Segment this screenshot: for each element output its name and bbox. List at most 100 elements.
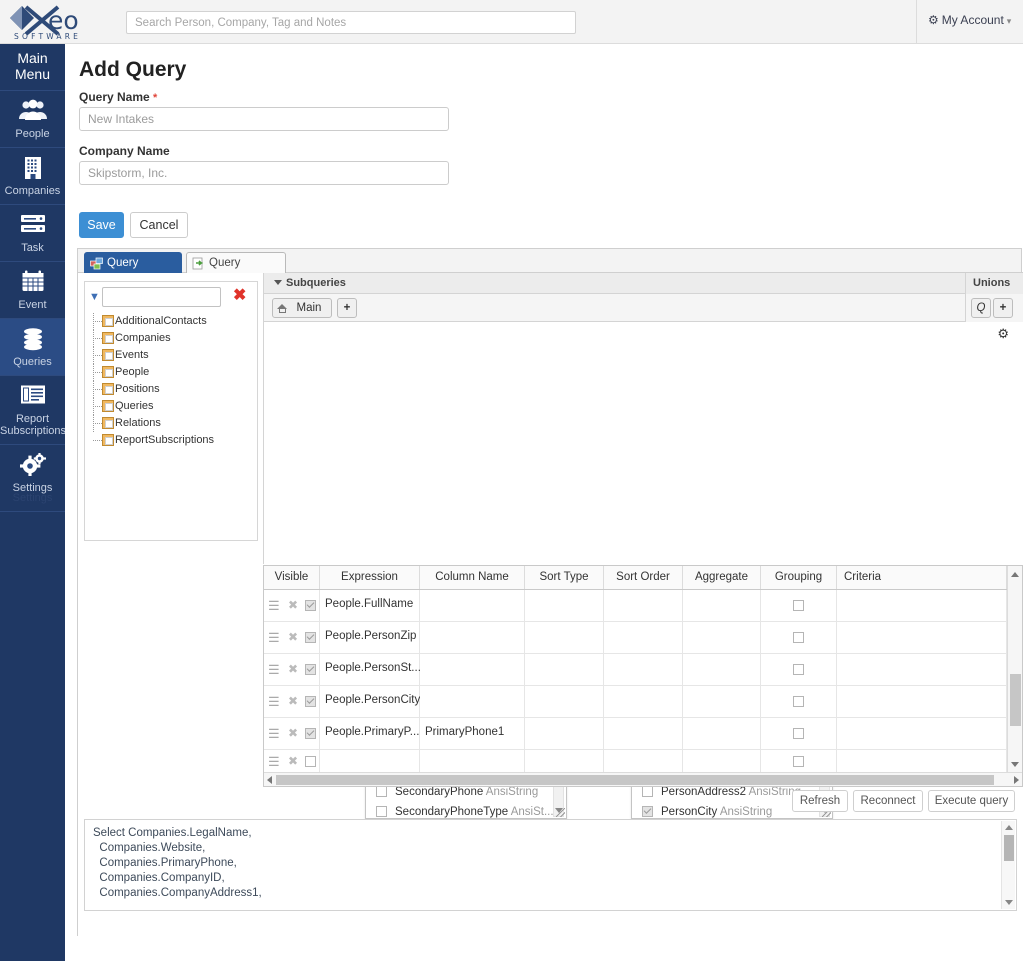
row-drag-handle-icon[interactable]: ☰	[268, 630, 280, 646]
tree-item-positions[interactable]: Positions	[93, 381, 255, 398]
tree-item-events[interactable]: Events	[93, 347, 255, 364]
grid-cell-visible[interactable]: ☰ ✖	[264, 718, 320, 749]
grid-cell-sort-order[interactable]	[604, 750, 683, 773]
table-row[interactable]: ☰ ✖ People.PersonZip	[264, 622, 1022, 654]
grouping-checkbox[interactable]	[793, 728, 804, 739]
tab-query-results[interactable]: Query Results	[186, 252, 286, 273]
field-checkbox[interactable]	[376, 786, 387, 797]
refresh-button[interactable]: Refresh	[792, 790, 848, 812]
grid-cell-column-name[interactable]	[420, 686, 525, 717]
grid-cell-visible[interactable]: ☰ ✖	[264, 590, 320, 621]
subquery-main-button[interactable]: Main	[272, 298, 332, 318]
sidebar-main-menu[interactable]: Main Menu	[0, 44, 65, 91]
grid-cell-grouping[interactable]	[761, 718, 837, 749]
table-row[interactable]: ☰ ✖ People.PrimaryP... PrimaryPhone1	[264, 718, 1022, 750]
grid-cell-criteria[interactable]	[837, 718, 1007, 749]
sidebar-item-settings[interactable]: Settings Settings	[0, 445, 65, 512]
sidebar-item-event[interactable]: Event	[0, 262, 65, 319]
field-checkbox[interactable]	[376, 806, 387, 817]
delete-row-icon[interactable]: ✖	[288, 754, 298, 768]
sidebar-item-people[interactable]: People	[0, 91, 65, 148]
query-name-input[interactable]	[79, 107, 449, 131]
tab-query-builder[interactable]: Query Builder	[84, 252, 182, 273]
grid-cell-criteria[interactable]	[837, 750, 1007, 773]
grid-cell-aggregate[interactable]	[683, 622, 761, 653]
row-drag-handle-icon[interactable]: ☰	[268, 694, 280, 710]
grid-cell-column-name[interactable]	[420, 622, 525, 653]
grid-cell-visible[interactable]: ☰ ✖	[264, 686, 320, 717]
visible-checkbox[interactable]	[305, 632, 316, 643]
schema-filter-input[interactable]	[102, 287, 221, 307]
tree-item-companies[interactable]: Companies	[93, 330, 255, 347]
grid-cell-column-name[interactable]	[420, 654, 525, 685]
grid-header-expression[interactable]: Expression	[320, 566, 420, 589]
grid-header-criteria[interactable]: Criteria	[837, 566, 1007, 589]
grouping-checkbox[interactable]	[793, 664, 804, 675]
sql-preview-box[interactable]: Select Companies.LegalName, Companies.We…	[84, 819, 1017, 911]
grid-cell-sort-order[interactable]	[604, 622, 683, 653]
visible-checkbox[interactable]	[305, 600, 316, 611]
visible-checkbox[interactable]	[305, 664, 316, 675]
grid-vertical-scrollbar[interactable]	[1007, 566, 1022, 773]
grid-cell-grouping[interactable]	[761, 590, 837, 621]
visible-checkbox[interactable]	[305, 728, 316, 739]
scroll-up-arrow-icon[interactable]	[1011, 572, 1019, 577]
add-union-button[interactable]: +	[993, 298, 1013, 318]
grouping-checkbox[interactable]	[793, 632, 804, 643]
grid-cell-grouping[interactable]	[761, 622, 837, 653]
delete-row-icon[interactable]: ✖	[288, 598, 298, 612]
grid-cell-sort-order[interactable]	[604, 686, 683, 717]
scroll-down-arrow-icon[interactable]	[1005, 900, 1013, 905]
union-query-button[interactable]: Q	[971, 298, 991, 318]
grid-cell-grouping[interactable]	[761, 686, 837, 717]
company-name-input[interactable]	[79, 161, 449, 185]
grid-cell-sort-order[interactable]	[604, 590, 683, 621]
grid-cell-sort-type[interactable]	[525, 686, 604, 717]
grid-cell-sort-type[interactable]	[525, 622, 604, 653]
tree-item-reportsubscriptions[interactable]: ReportSubscriptions	[93, 432, 255, 449]
grid-cell-visible[interactable]: ☰ ✖	[264, 622, 320, 653]
visible-checkbox[interactable]	[305, 756, 316, 767]
cancel-button[interactable]: Cancel	[130, 212, 188, 238]
my-account-menu[interactable]: ⚙My Account▾	[928, 13, 1011, 27]
row-drag-handle-icon[interactable]: ☰	[268, 662, 280, 678]
grid-cell-grouping[interactable]	[761, 654, 837, 685]
grid-cell-aggregate[interactable]	[683, 654, 761, 685]
field-checkbox[interactable]	[642, 806, 653, 817]
delete-row-icon[interactable]: ✖	[288, 726, 298, 740]
canvas-settings-gear-icon[interactable]: ⚙	[997, 326, 1009, 342]
sql-vertical-scrollbar[interactable]	[1001, 821, 1015, 909]
diagram-canvas[interactable]: ⚙	[263, 322, 1023, 564]
grid-cell-expression[interactable]: People.PrimaryP...	[320, 718, 420, 749]
grid-cell-visible[interactable]: ☰ ✖	[264, 750, 320, 773]
grouping-checkbox[interactable]	[793, 600, 804, 611]
grid-cell-visible[interactable]: ☰ ✖	[264, 654, 320, 685]
grid-cell-expression[interactable]: People.PersonSt...	[320, 654, 420, 685]
grid-header-sort-order[interactable]: Sort Order	[604, 566, 683, 589]
save-button[interactable]: Save	[79, 212, 124, 238]
grouping-checkbox[interactable]	[793, 696, 804, 707]
chevron-down-icon[interactable]	[274, 280, 282, 285]
scroll-left-arrow-icon[interactable]	[267, 776, 272, 784]
grid-cell-criteria[interactable]	[837, 622, 1007, 653]
grid-cell-expression[interactable]: People.PersonCity	[320, 686, 420, 717]
delete-row-icon[interactable]: ✖	[288, 694, 298, 708]
grid-cell-grouping[interactable]	[761, 750, 837, 773]
row-drag-handle-icon[interactable]: ☰	[268, 726, 280, 742]
delete-row-icon[interactable]: ✖	[288, 630, 298, 644]
xeo-software-logo[interactable]: eo SOFTWARE	[4, 2, 112, 42]
scroll-right-arrow-icon[interactable]	[1014, 776, 1019, 784]
grid-cell-sort-type[interactable]	[525, 718, 604, 749]
field-row[interactable]: SecondaryPhoneType AnsiSt...	[366, 802, 566, 819]
table-row[interactable]: ☰ ✖ People.PersonCity	[264, 686, 1022, 718]
row-drag-handle-icon[interactable]: ☰	[268, 754, 280, 770]
grid-header-visible[interactable]: Visible	[264, 566, 320, 589]
grid-cell-aggregate[interactable]	[683, 686, 761, 717]
sidebar-item-report-subscriptions[interactable]: Report Subscriptions	[0, 376, 65, 445]
grid-cell-column-name[interactable]: PrimaryPhone1	[420, 718, 525, 749]
grid-cell-sort-order[interactable]	[604, 654, 683, 685]
scroll-up-arrow-icon[interactable]	[1005, 825, 1013, 830]
scroll-down-arrow-icon[interactable]	[1011, 762, 1019, 767]
scroll-thumb[interactable]	[1010, 674, 1021, 726]
grid-cell-criteria[interactable]	[837, 654, 1007, 685]
